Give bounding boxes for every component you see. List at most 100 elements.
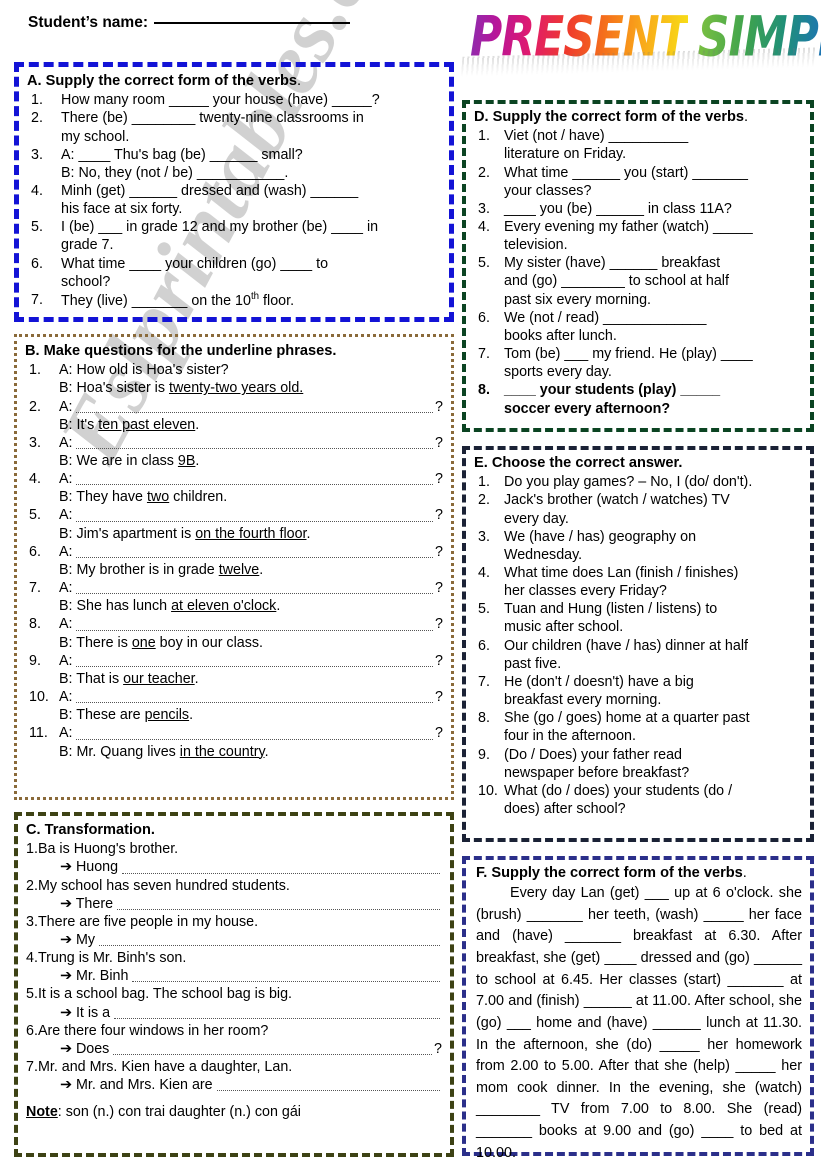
section-c: C. Transformation. 1. Ba is Huong's broth… <box>14 812 454 1157</box>
item-number: 4. <box>478 219 490 236</box>
speaker-a-label: A: <box>59 507 73 524</box>
answer-row: B: It's ten past eleven. <box>59 416 200 433</box>
statement-row: 4. Trung is Mr. Binh's son. <box>26 949 442 967</box>
item-text: A:? B: They have two children. <box>59 470 443 506</box>
section-f-paragraph-text: Every day Lan (get) ___ up at 6 o'clock.… <box>476 885 802 1161</box>
answer-blank[interactable] <box>117 897 440 910</box>
question-row: A: How old is Hoa's sister? <box>59 361 443 379</box>
statement-row: 5. It is a school bag. The school bag is … <box>26 985 442 1003</box>
speaker-a-label: A: How old is Hoa's sister? <box>59 362 229 379</box>
answer-blank[interactable] <box>75 581 434 595</box>
answer-blank[interactable] <box>75 509 434 522</box>
answer-blank[interactable] <box>216 1078 440 1092</box>
item-text: A:? B: Mr. Quang lives in the country. <box>59 724 443 760</box>
question-mark: ? <box>435 471 443 488</box>
item-line: every day. <box>504 510 569 527</box>
item-line: sports every day. <box>504 364 612 381</box>
item-number: 6. <box>29 543 41 560</box>
statement-text: Trung is Mr. Binh's son. <box>37 950 187 967</box>
transformation-row: ➔ It is a <box>26 1004 442 1022</box>
list-item: 11. A:? B: Mr. Quang lives in the country. <box>25 724 443 760</box>
answer-blank[interactable] <box>75 618 434 631</box>
item-line: They (live) _______ on the 10th floor. <box>61 290 295 309</box>
item-text: Minh (get) ______ dressed and (wash) ___… <box>61 182 443 218</box>
student-name-blank[interactable] <box>154 22 350 24</box>
list-item: 10. What (do / does) your students (do / d… <box>474 782 804 818</box>
answer-blank[interactable] <box>75 436 434 450</box>
item-line: literature on Friday. <box>504 146 627 163</box>
list-item: 10. A:? B: These are pencils. <box>25 688 443 724</box>
item-line: does) after school? <box>504 801 626 818</box>
item-line: my school. <box>61 128 130 145</box>
note-text: : son (n.) con trai daughter (n.) con gá… <box>57 1104 301 1121</box>
item-line: Wednesday. <box>504 546 583 563</box>
section-d: D. Supply the correct form of the verbs.… <box>462 100 814 432</box>
section-f-paragraph: Every day Lan (get) ___ up at 6 o'clock.… <box>476 883 802 1164</box>
answer-blank[interactable] <box>75 690 434 704</box>
list-item: 3. There are five people in my house. ➔ My <box>26 913 442 949</box>
answer-blank[interactable] <box>114 1006 440 1019</box>
answer-blank[interactable] <box>122 861 440 874</box>
item-text: A:? B: She has lunch at eleven o'clock. <box>59 579 443 615</box>
item-number: 1. <box>478 474 490 491</box>
item-text: Our children (have / has) dinner at half… <box>504 637 804 673</box>
item-text: ____ your students (play) _____ soccer ev… <box>504 381 804 417</box>
list-item: 1. Viet (not / have) __________ literature… <box>474 127 804 163</box>
section-e-list: 1. Do you play games? – No, I (do/ don't)… <box>474 473 804 818</box>
answer-blank[interactable] <box>132 969 440 983</box>
section-f-heading-dot: . <box>742 865 747 881</box>
answer-row: B: There is one boy in our class. <box>59 634 263 651</box>
answer-blank[interactable] <box>75 545 434 558</box>
item-number: 2. <box>26 877 38 894</box>
list-item: 8. ____ your students (play) _____ soccer … <box>474 381 804 417</box>
item-line: Minh (get) ______ dressed and (wash) ___… <box>61 183 359 200</box>
arrow-prompt: ➔ Huong <box>60 859 119 876</box>
item-number: 5. <box>29 507 41 524</box>
speaker-a-label: A: <box>59 398 73 415</box>
answer-blank[interactable] <box>75 727 434 740</box>
answer-blank[interactable] <box>75 654 434 667</box>
answer-row: B: These are pencils. <box>59 707 194 724</box>
item-text: Tom (be) ___ my friend. He (play) ____ sp… <box>504 345 804 381</box>
list-item: 2. What time ______ you (start) _______ yo… <box>474 164 804 200</box>
item-text: A:? B: Jim's apartment is on the fourth f… <box>59 506 443 542</box>
item-number: 4. <box>478 565 490 582</box>
item-line: your classes? <box>504 182 592 199</box>
item-line: ____ your students (play) _____ <box>504 382 721 399</box>
item-text: He (don't / doesn't) have a big breakfast… <box>504 673 804 709</box>
ordinal-suffix: th <box>250 290 260 302</box>
answer-blank[interactable] <box>99 933 440 947</box>
question-mark: ? <box>435 398 443 415</box>
section-f-heading: F. Supply the correct form of the verbs. <box>476 864 802 882</box>
answer-blank[interactable] <box>75 400 434 413</box>
item-text: A:? B: These are pencils. <box>59 688 443 724</box>
item-text: She (go / goes) home at a quarter past fo… <box>504 709 804 745</box>
section-a-heading-dot: . <box>297 73 302 89</box>
item-text: A:? B: It's ten past eleven. <box>59 398 443 434</box>
item-text: ____ you (be) ______ in class 11A? <box>504 200 804 218</box>
item-line: Viet (not / have) __________ <box>504 128 689 145</box>
item-number: 1. <box>31 92 43 109</box>
underlined-phrase: our teacher <box>123 670 195 687</box>
statement-text: It is a school bag. The school bag is bi… <box>37 986 292 1003</box>
answer-blank[interactable] <box>113 1042 433 1056</box>
section-b: B. Make questions for the underline phra… <box>14 334 454 800</box>
list-item: 1. How many room _____ your house (have) … <box>27 91 443 109</box>
answer-blank[interactable] <box>75 472 434 486</box>
section-d-list: 1. Viet (not / have) __________ literature… <box>474 127 804 418</box>
statement-text: My school has seven hundred students. <box>37 877 290 894</box>
transformation-row: ➔ There <box>26 895 442 913</box>
item-number: 6. <box>26 1022 38 1039</box>
question-mark: ? <box>435 689 443 706</box>
item-number: 6. <box>31 255 43 272</box>
answer-row: B: Mr. Quang lives in the country. <box>59 743 269 760</box>
student-name-line: Student’s name: <box>28 14 350 32</box>
trailing-punctuation: ? <box>434 1040 442 1057</box>
item-line: newspaper before breakfast? <box>504 764 690 781</box>
list-item: 6. What time ____ your children (go) ____… <box>27 255 443 291</box>
underlined-phrase: on the fourth floor <box>195 525 307 542</box>
question-row: A:? <box>59 506 443 524</box>
section-b-heading: B. Make questions for the underline phra… <box>25 343 337 359</box>
list-item: 8. A:? B: There is one boy in our class. <box>25 615 443 651</box>
item-text: What time does Lan (finish / finishes) he… <box>504 564 804 600</box>
